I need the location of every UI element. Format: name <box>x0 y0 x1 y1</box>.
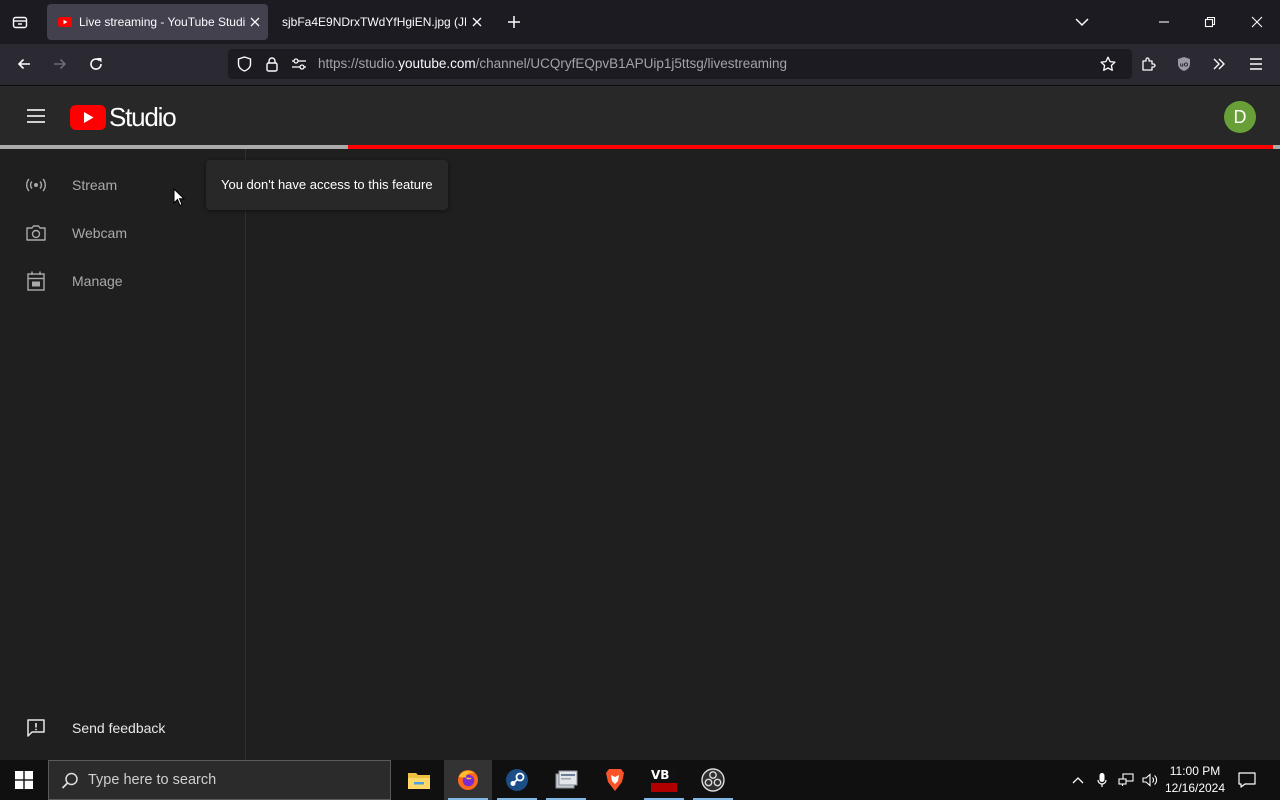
close-window-icon[interactable] <box>1243 10 1271 34</box>
file-explorer-icon[interactable] <box>395 760 443 800</box>
bookmark-star-icon[interactable] <box>1098 54 1118 74</box>
mouse-cursor-icon <box>173 188 185 207</box>
volume-icon[interactable] <box>1140 770 1160 790</box>
sidebar-item-label: Manage <box>72 273 123 289</box>
main-content <box>246 149 1280 760</box>
microphone-icon[interactable] <box>1093 770 1111 790</box>
lock-icon[interactable] <box>262 54 282 74</box>
broadcast-icon <box>24 173 48 197</box>
tab-image[interactable]: sjbFa4E9NDrxTWdYfHgiEN.jpg (JPE <box>270 4 490 40</box>
taskbar-search-box[interactable]: Type here to search <box>48 760 391 800</box>
show-hidden-icons-chevron-icon[interactable] <box>1068 770 1088 790</box>
sidebar-item-label: Webcam <box>72 225 127 241</box>
extensions-icon[interactable] <box>1136 52 1160 76</box>
network-icon[interactable] <box>1116 770 1136 790</box>
forward-icon[interactable] <box>48 52 72 76</box>
firefox-icon[interactable] <box>444 760 492 800</box>
clock-date: 12/16/2024 <box>1164 781 1226 795</box>
url-text[interactable]: https://studio.youtube.com/channel/UCQry… <box>318 49 787 79</box>
sidebar-item-manage[interactable]: Manage <box>0 257 245 305</box>
windows-taskbar: Type here to search VB 11:00 PM 12/16/20… <box>0 760 1280 800</box>
studio-logo[interactable]: Studio <box>70 101 177 132</box>
tracking-protection-shield-icon[interactable] <box>234 54 254 74</box>
new-tab-icon[interactable] <box>502 10 526 34</box>
site-permissions-icon[interactable] <box>289 54 309 74</box>
url-domain: youtube.com <box>398 56 476 71</box>
ublock-origin-icon[interactable]: uO <box>1172 52 1196 76</box>
svg-text:uO: uO <box>1180 63 1189 69</box>
tab-live-streaming[interactable]: Live streaming - YouTube Studi <box>47 4 268 40</box>
voicemeeter-icon[interactable]: VB <box>640 760 688 800</box>
clock-time: 11:00 PM <box>1169 764 1221 778</box>
tab-title: Live streaming - YouTube Studi <box>79 15 245 29</box>
tab-title: sjbFa4E9NDrxTWdYfHgiEN.jpg (JPE <box>282 15 466 29</box>
system-clock[interactable]: 11:00 PM 12/16/2024 <box>1160 760 1230 800</box>
app-menu-icon[interactable] <box>1244 52 1268 76</box>
calendar-icon <box>24 269 48 293</box>
restore-icon[interactable] <box>1196 10 1224 34</box>
windows-start-icon[interactable] <box>0 760 48 800</box>
access-denied-tooltip: You don't have access to this feature <box>206 160 448 210</box>
search-placeholder: Type here to search <box>88 772 217 788</box>
address-bar[interactable]: https://studio.youtube.com/channel/UCQry… <box>228 49 1132 79</box>
close-tab-icon[interactable] <box>472 4 482 40</box>
app-window-icon[interactable] <box>542 760 590 800</box>
camera-icon <box>24 221 48 245</box>
browser-tab-strip: Live streaming - YouTube Studi sjbFa4E9N… <box>0 0 1280 44</box>
feedback-icon <box>24 716 48 740</box>
youtube-favicon-icon <box>58 17 72 27</box>
close-tab-icon[interactable] <box>250 4 260 40</box>
url-prefix: https://studio. <box>318 56 399 71</box>
steam-icon[interactable] <box>493 760 541 800</box>
sidebar-item-label: Stream <box>72 177 118 193</box>
hamburger-menu-icon[interactable] <box>22 104 50 128</box>
notifications-icon[interactable] <box>1236 770 1258 790</box>
send-feedback-label: Send feedback <box>72 720 166 736</box>
voicemeeter-label: VB <box>651 768 670 782</box>
send-feedback-button[interactable]: Send feedback <box>0 704 245 752</box>
back-icon[interactable] <box>12 52 36 76</box>
studio-logo-text: Studio <box>109 101 177 132</box>
url-path: /channel/UCQryfEQpvB1APUip1j5ttsg/livest… <box>475 56 787 71</box>
more-tools-chevron-icon[interactable] <box>1207 52 1231 76</box>
minimize-icon[interactable] <box>1150 10 1178 34</box>
list-all-tabs-icon[interactable] <box>1070 10 1094 34</box>
youtube-play-logo-icon <box>70 104 106 130</box>
obs-icon[interactable] <box>689 760 737 800</box>
brave-icon[interactable] <box>591 760 639 800</box>
studio-header: Studio D <box>0 86 1280 145</box>
sidebar-item-webcam[interactable]: Webcam <box>0 209 245 257</box>
account-avatar[interactable]: D <box>1224 101 1256 133</box>
search-icon <box>61 772 79 790</box>
reload-icon[interactable] <box>84 52 108 76</box>
tab-overview-icon[interactable] <box>8 10 32 34</box>
navigation-toolbar: https://studio.youtube.com/channel/UCQry… <box>0 44 1280 86</box>
sidebar: Stream Webcam Manage Send feedback <box>0 149 246 760</box>
